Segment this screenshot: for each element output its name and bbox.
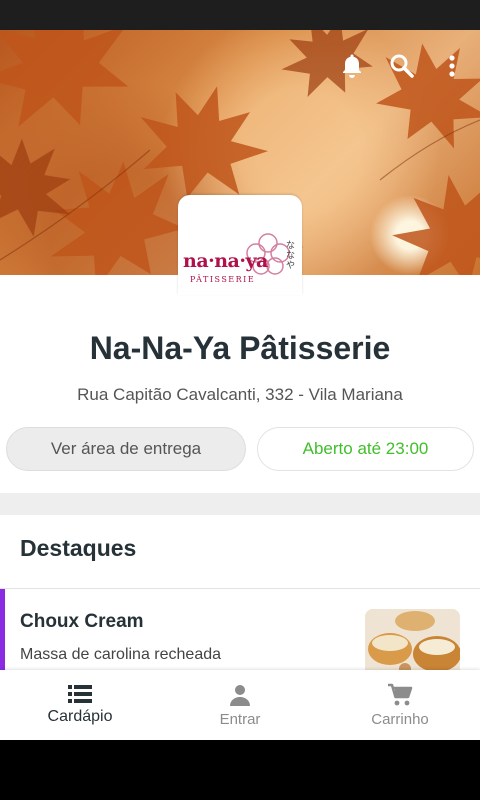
menu-list-icon bbox=[68, 685, 92, 703]
more-vertical-icon[interactable] bbox=[438, 52, 466, 80]
nav-item-login[interactable]: Entrar bbox=[160, 670, 320, 740]
product-item[interactable]: Choux Cream Massa de carolina recheada bbox=[0, 589, 480, 679]
bottom-navigation: Cardápio Entrar Carrinho bbox=[0, 670, 480, 740]
product-description: Massa de carolina recheada bbox=[20, 646, 222, 663]
product-name: Choux Cream bbox=[20, 611, 144, 632]
product-image bbox=[365, 609, 460, 679]
cart-icon bbox=[388, 683, 413, 705]
nav-label-cart: Carrinho bbox=[371, 710, 429, 728]
section-divider bbox=[0, 493, 480, 515]
logo-subtitle: PÂTISSERIE bbox=[190, 275, 256, 284]
header-actions bbox=[338, 52, 466, 80]
highlights-title: Destaques bbox=[20, 535, 137, 561]
status-bar bbox=[0, 0, 480, 30]
search-icon[interactable] bbox=[388, 52, 416, 80]
person-icon bbox=[230, 684, 250, 706]
product-accent-bar bbox=[0, 589, 5, 679]
delivery-area-button[interactable]: Ver área de entrega bbox=[6, 427, 246, 471]
nav-label-login: Entrar bbox=[219, 710, 261, 728]
bell-icon[interactable] bbox=[338, 52, 366, 80]
app-screen: na·na·ya PÂTISSERIE なな や Na-Na-Ya Pâtiss… bbox=[0, 30, 480, 740]
logo-kana: なな や bbox=[286, 241, 296, 271]
logo-wordmark: na·na·ya bbox=[183, 250, 268, 272]
nav-label-menu: Cardápio bbox=[47, 708, 113, 725]
open-hours-badge: Aberto até 23:00 bbox=[257, 427, 474, 471]
store-address: Rua Capitão Cavalcanti, 332 - Vila Maria… bbox=[77, 385, 403, 404]
nav-item-menu[interactable]: Cardápio bbox=[0, 670, 160, 740]
store-name: Na-Na-Ya Pâtisserie bbox=[89, 330, 391, 366]
store-logo: na·na·ya PÂTISSERIE なな や bbox=[178, 195, 302, 295]
nav-item-cart[interactable]: Carrinho bbox=[320, 670, 480, 740]
